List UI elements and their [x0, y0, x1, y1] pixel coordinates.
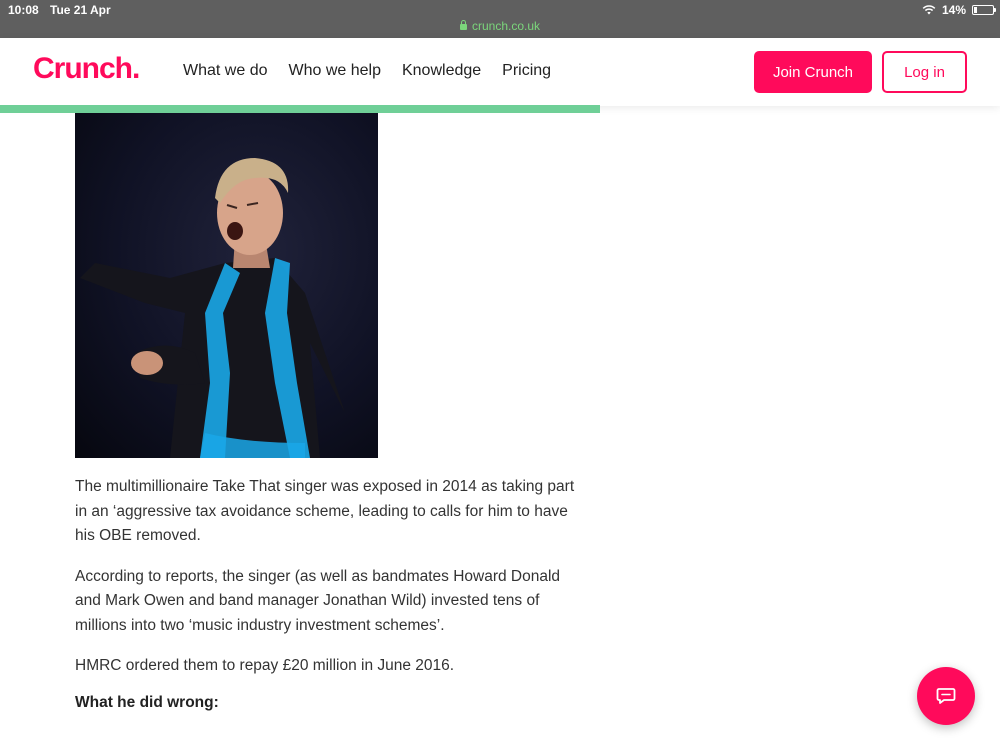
status-indicators: 14%: [922, 3, 996, 17]
wifi-icon: [922, 5, 936, 15]
battery-level: [974, 7, 977, 13]
lock-icon: [459, 20, 467, 30]
nav-pricing[interactable]: Pricing: [502, 62, 551, 80]
article-paragraph: HMRC ordered them to repay £20 million i…: [75, 657, 455, 674]
article-photo: [75, 113, 378, 458]
address-bar[interactable]: crunch.co.uk: [0, 19, 1000, 33]
nav-what-we-do[interactable]: What we do: [183, 62, 267, 80]
article-body: The multimillionaire Take That singer wa…: [75, 475, 575, 731]
site-header: Crunch. What we do Who we help Knowledge…: [0, 38, 1000, 106]
reading-progress-fill: [0, 105, 600, 113]
chat-button[interactable]: [917, 667, 975, 725]
singer-illustration: [80, 158, 345, 458]
nav-who-we-help[interactable]: Who we help: [288, 62, 381, 80]
article-paragraph: According to reports, the singer (as wel…: [75, 567, 561, 634]
status-time: 10:08: [8, 3, 39, 17]
url-text: crunch.co.uk: [471, 19, 541, 33]
ios-status-bar: 10:08 Tue 21 Apr 14% crunch.co.uk: [0, 0, 1000, 38]
main-nav: What we do Who we help Knowledge Pricing: [183, 62, 551, 80]
battery-percent: 14%: [941, 3, 966, 17]
log-in-button[interactable]: Log in: [882, 51, 967, 93]
reading-progress-bar: [0, 105, 1000, 113]
article-paragraph: The multimillionaire Take That singer wa…: [75, 478, 575, 544]
chat-bubble-icon: [936, 688, 956, 704]
battery-icon: [972, 5, 996, 15]
nav-knowledge[interactable]: Knowledge: [402, 62, 481, 80]
crunch-logo[interactable]: Crunch.: [33, 52, 140, 86]
join-crunch-button[interactable]: Join Crunch: [754, 51, 872, 93]
article-subheading: What he did wrong:: [75, 693, 219, 711]
status-date: Tue 21 Apr: [50, 3, 111, 17]
